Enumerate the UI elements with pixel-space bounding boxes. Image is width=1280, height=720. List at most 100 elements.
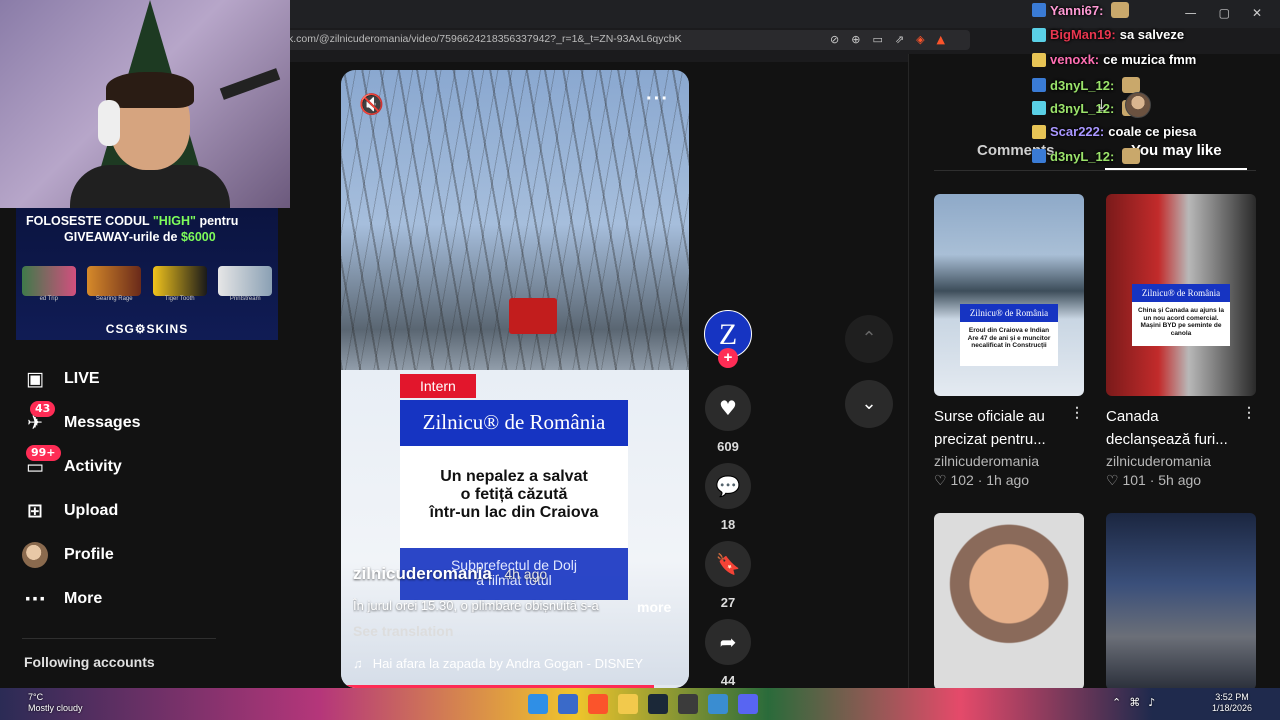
recommended-video[interactable] xyxy=(1106,513,1258,690)
chat-text: ce muzica fmm xyxy=(1103,52,1197,67)
chevron-down-icon: ⌄ xyxy=(861,393,877,414)
music-track[interactable]: ♫ Hai afara la zapada by Andra Gogan - D… xyxy=(353,656,679,671)
sidebar-item-label: LIVE xyxy=(64,370,100,387)
video-options-button[interactable]: ··· xyxy=(646,88,669,111)
sidebar-item-live[interactable]: ▣ LIVE xyxy=(22,366,100,392)
sponsor-banner: FOLOSESTE CODUL "HIGH" pentru GIVEAWAY-u… xyxy=(16,208,278,340)
steam-icon[interactable] xyxy=(648,694,668,714)
task-view-icon[interactable] xyxy=(558,694,578,714)
news-category-tag: Intern xyxy=(400,374,476,398)
weapon-item: Tiger Tooth xyxy=(152,266,207,302)
activity-inbox-icon: ▭ 99+ xyxy=(22,445,61,480)
download-icon[interactable]: ⤓ xyxy=(1098,95,1105,115)
video-author[interactable]: zilnicuderomania · 4h ago xyxy=(353,564,547,584)
chat-username: d3nyL_12: xyxy=(1050,77,1115,93)
description-more-link[interactable]: more xyxy=(637,599,671,615)
user-avatar[interactable] xyxy=(1125,92,1152,118)
comment-count: 18 xyxy=(720,517,736,532)
system-tray: ⌃ ⌘ ♪ xyxy=(1112,696,1155,709)
video-description: În jurul orei 15.30, o plimbare obișnuit… xyxy=(353,598,599,613)
cast-icon[interactable]: ▭ xyxy=(872,33,882,46)
like-count: 609 xyxy=(717,439,739,454)
streamer-body xyxy=(70,165,230,208)
network-icon[interactable]: ⌘ xyxy=(1129,696,1140,709)
file-explorer-icon[interactable] xyxy=(618,694,638,714)
chat-badge-icon xyxy=(1032,101,1046,115)
save-button[interactable]: 🔖 xyxy=(705,541,751,587)
recommended-video[interactable] xyxy=(934,513,1086,690)
weather-widget[interactable]: 7°C Mostly cloudy xyxy=(28,692,83,714)
follow-plus-button[interactable]: + xyxy=(718,348,738,368)
volume-tray-icon[interactable]: ♪ xyxy=(1148,696,1155,709)
chat-username: BigMan19: xyxy=(1050,27,1116,42)
following-accounts-heading: Following accounts xyxy=(24,654,155,670)
calculator-icon[interactable] xyxy=(678,694,698,714)
sidebar-item-messages[interactable]: ✈ 43 Messages xyxy=(22,401,141,436)
sidebar-item-activity[interactable]: ▭ 99+ Activity xyxy=(22,445,122,480)
volume-icon[interactable]: 🔇 xyxy=(359,92,384,116)
sidebar-item-more[interactable]: ··· More xyxy=(22,586,102,612)
share-button[interactable]: ➦ xyxy=(705,619,751,665)
sidebar-item-label: Profile xyxy=(64,546,114,563)
chat-text: sa salveze xyxy=(1119,27,1185,42)
sidebar-item-label: Upload xyxy=(64,502,119,519)
streamer-hair xyxy=(106,72,194,108)
chevron-up-icon: ⌃ xyxy=(861,328,877,349)
taskbar-apps xyxy=(528,694,758,714)
share-arrow-icon: ➦ xyxy=(719,630,737,654)
chat-badge-icon xyxy=(1032,78,1046,92)
address-bar-icons: ⊘ ⊕ ▭ ⇗ ◈ ▲ xyxy=(830,33,945,46)
sidebar-item-profile[interactable]: Profile xyxy=(22,542,114,568)
previous-video-button[interactable]: ⌃ xyxy=(845,315,893,363)
share-icon[interactable]: ⇗ xyxy=(895,33,904,46)
sidebar-item-upload[interactable]: ⊞ Upload xyxy=(22,498,118,524)
video-author[interactable]: zilnicuderomania xyxy=(1106,453,1258,469)
video-title[interactable]: Surse oficiale au precizat pentru... xyxy=(934,405,1066,451)
streamer-webcam xyxy=(0,0,290,208)
video-thumbnail[interactable] xyxy=(934,513,1084,690)
video-player[interactable]: 🔇 ··· Intern Zilnicu® de România Un nepa… xyxy=(341,70,689,688)
see-translation-link[interactable]: See translation xyxy=(353,623,453,639)
chat-badge-icon xyxy=(1032,3,1046,17)
zoom-icon[interactable]: ⊕ xyxy=(851,33,860,46)
heart-outline-icon: ♡ xyxy=(934,472,947,488)
video-thumbnail[interactable] xyxy=(1106,513,1256,690)
share-count: 44 xyxy=(720,673,736,688)
comment-button[interactable]: 💬 xyxy=(705,463,751,509)
save-count: 27 xyxy=(720,595,736,610)
next-video-button[interactable]: ⌄ xyxy=(845,380,893,428)
brave-rewards-icon[interactable]: ▲ xyxy=(937,33,945,46)
headphones-icon xyxy=(98,100,120,146)
windows-start-icon[interactable] xyxy=(528,694,548,714)
chat-message: venoxk: ce muzica fmm xyxy=(1032,52,1196,67)
chat-username: venoxk: xyxy=(1050,52,1100,67)
taskbar-clock[interactable]: 3:52 PM 1/18/2026 xyxy=(1212,692,1252,714)
chat-message: d3nyL_12: xyxy=(1032,148,1141,164)
like-button[interactable]: ♥ xyxy=(705,385,751,431)
discord-icon[interactable] xyxy=(738,694,758,714)
chat-message: BigMan19: sa salveze xyxy=(1032,27,1184,42)
ad-weapons-row: ed Trip Searing Rage Tiger Tooth Printst… xyxy=(16,256,278,312)
brave-shield-icon[interactable]: ◈ xyxy=(916,33,924,46)
news-headline: Un nepalez a salvat o fetiță căzută într… xyxy=(400,446,628,548)
chat-message: Yanni67: xyxy=(1032,2,1130,18)
brave-browser-icon[interactable] xyxy=(588,694,608,714)
globe-app-icon[interactable] xyxy=(708,694,728,714)
video-title[interactable]: Canada declanșează furi... xyxy=(1106,405,1238,451)
video-thumbnail[interactable]: Zilnicu® de România Eroul din Craiova e … xyxy=(934,194,1084,396)
recommended-video[interactable]: Zilnicu® de România China și Canada au a… xyxy=(1106,194,1258,489)
fire-truck xyxy=(509,298,557,334)
video-options-button[interactable]: ⋮ xyxy=(1242,404,1256,421)
ad-headline: FOLOSESTE CODUL "HIGH" pentru xyxy=(26,214,239,228)
video-author[interactable]: zilnicuderomania xyxy=(934,453,1086,469)
recommended-video[interactable]: Zilnicu® de România Eroul din Craiova e … xyxy=(934,194,1086,489)
video-options-button[interactable]: ⋮ xyxy=(1070,404,1084,421)
video-thumbnail[interactable]: Zilnicu® de România China și Canada au a… xyxy=(1106,194,1256,396)
sidebar-item-label: Messages xyxy=(64,414,141,431)
messages-badge: 43 xyxy=(30,401,56,417)
heart-icon: ♥ xyxy=(719,396,737,420)
tray-chevron-icon[interactable]: ⌃ xyxy=(1112,696,1121,709)
chat-emote-icon xyxy=(1111,2,1130,18)
reader-off-icon[interactable]: ⊘ xyxy=(830,33,839,46)
thumbnail-news-card: Zilnicu® de România Eroul din Craiova e … xyxy=(960,304,1058,366)
